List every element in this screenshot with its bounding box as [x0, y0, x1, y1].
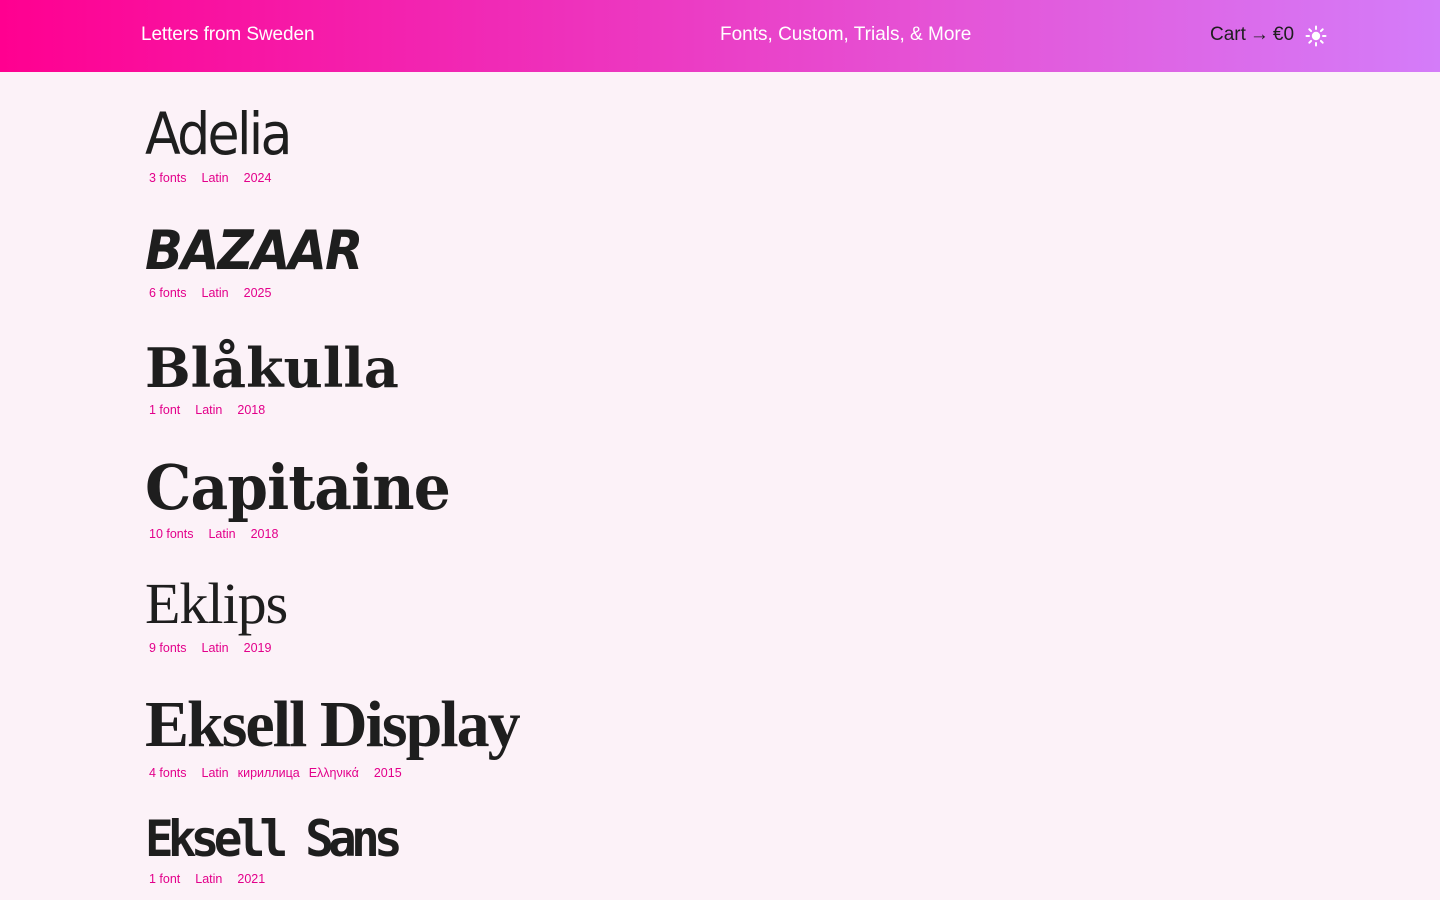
cart-label: Cart	[1210, 24, 1246, 45]
font-meta: 9 fonts Latin 2019	[145, 641, 287, 655]
font-meta: 6 fonts Latin 2025	[145, 286, 380, 300]
top-navigation-bar: Letters from Sweden Fonts, Custom, Trial…	[0, 0, 1440, 72]
font-year: 2019	[243, 641, 272, 655]
font-meta: 1 font Latin 2018	[145, 403, 399, 417]
font-count: 4 fonts	[149, 766, 187, 780]
font-year: 2018	[237, 403, 266, 417]
font-year: 2015	[373, 766, 402, 780]
font-year: 2025	[243, 286, 272, 300]
script-label: Latin	[208, 527, 236, 541]
font-meta: 10 fonts Latin 2018	[145, 527, 469, 541]
font-year: 2024	[243, 171, 272, 185]
font-scripts: Latin	[208, 527, 235, 541]
cart-total: €0	[1272, 24, 1295, 45]
script-label: Latin	[195, 403, 223, 417]
script-label: Latin	[201, 641, 229, 655]
font-item-blakulla[interactable]: Blåkulla 1 font Latin 2018	[145, 341, 399, 417]
arrow-right-icon: →	[1249, 24, 1269, 45]
font-count: 9 fonts	[149, 641, 187, 655]
font-name[interactable]: BAZAAR	[145, 224, 363, 278]
font-count: 10 fonts	[149, 527, 194, 541]
script-label: Latin	[195, 872, 223, 886]
font-scripts: Latin кириллица Ελληνικά	[202, 766, 359, 780]
script-label: Ελληνικά	[308, 766, 359, 780]
script-label: кириллица	[237, 766, 300, 780]
main-nav-link[interactable]: Fonts, Custom, Trials, & More	[720, 24, 971, 46]
font-name[interactable]: Eksell Sans	[145, 814, 403, 864]
script-label: Latin	[201, 766, 229, 780]
font-item-eksell-sans[interactable]: Eksell Sans 1 font Latin 2021	[145, 814, 410, 886]
sun-icon[interactable]	[1305, 25, 1327, 47]
font-name[interactable]: Blåkulla	[145, 341, 399, 395]
font-meta: 4 fonts Latin кириллица Ελληνικά 2015	[145, 766, 519, 780]
font-item-bazaar[interactable]: BAZAAR 6 fonts Latin 2025	[145, 224, 380, 301]
font-name[interactable]: Eklips	[145, 575, 288, 633]
font-scripts: Latin	[195, 872, 222, 886]
font-meta: 3 fonts Latin 2024	[145, 171, 306, 185]
font-scripts: Latin	[202, 641, 229, 655]
font-item-eksell-display[interactable]: Eksell Display 4 fonts Latin кириллица Ε…	[145, 692, 521, 781]
font-scripts: Latin	[202, 286, 229, 300]
font-count: 1 font	[149, 872, 181, 886]
font-name[interactable]: Adelia	[145, 105, 293, 163]
script-label: Latin	[201, 286, 229, 300]
font-meta: 1 font Latin 2021	[145, 872, 410, 886]
font-scripts: Latin	[195, 403, 222, 417]
font-item-eklips[interactable]: Eklips 9 fonts Latin 2019	[145, 575, 288, 656]
font-name[interactable]: Capitaine	[145, 457, 451, 519]
font-count: 3 fonts	[149, 171, 187, 185]
brand-link[interactable]: Letters from Sweden	[141, 24, 315, 46]
font-scripts: Latin	[202, 171, 229, 185]
font-year: 2018	[250, 527, 279, 541]
cart-button[interactable]: Cart → €0	[1210, 24, 1294, 46]
script-label: Latin	[201, 171, 229, 185]
font-count: 6 fonts	[149, 286, 187, 300]
font-name[interactable]: Eksell Display	[145, 692, 521, 758]
font-item-adelia[interactable]: Adelia 3 fonts Latin 2024	[145, 105, 306, 185]
font-item-capitaine[interactable]: Capitaine 10 fonts Latin 2018	[145, 457, 469, 542]
font-year: 2021	[237, 872, 266, 886]
font-count: 1 font	[149, 403, 181, 417]
